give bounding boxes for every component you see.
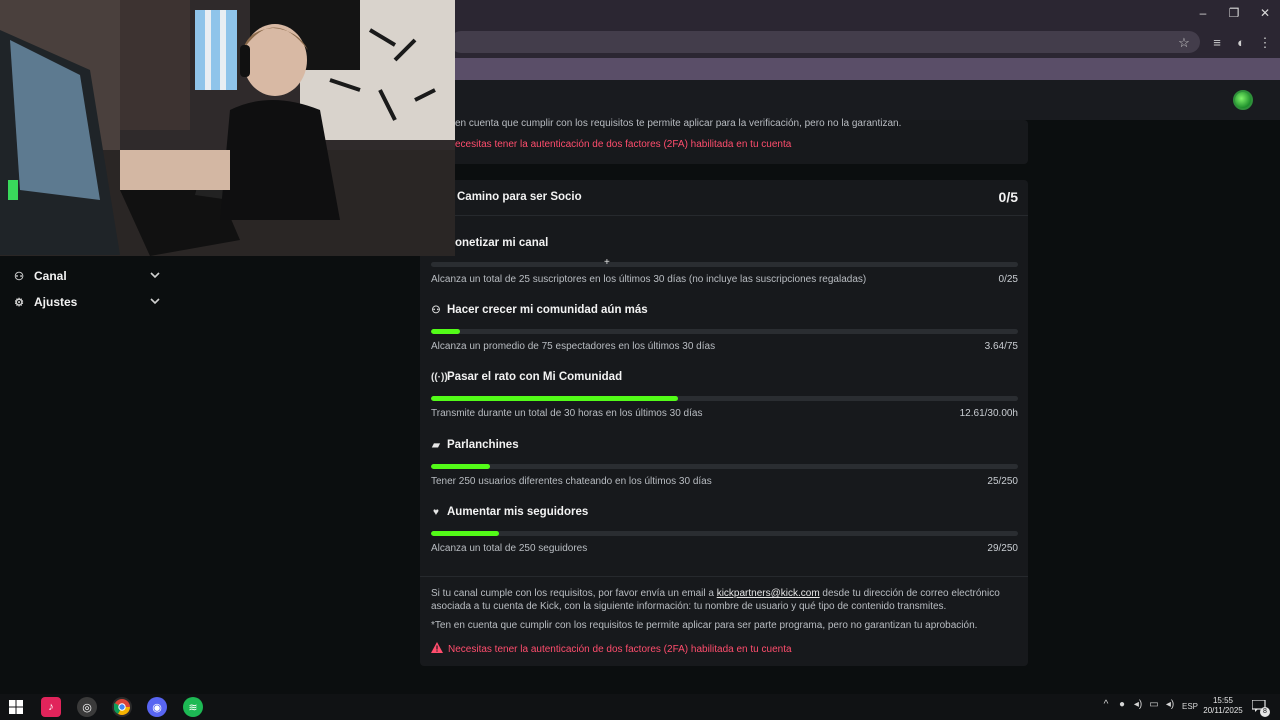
verification-note: en cuenta que cumplir con los requisitos… [455,118,902,129]
requirement-text: Tener 250 usuarios diferentes chateando … [431,476,712,487]
footnote: *Ten en cuenta que cumplir con los requi… [431,620,978,631]
profile-icon[interactable]: ◐ [1232,34,1250,52]
progress-fill [431,531,500,536]
tiktok-app-icon[interactable]: ♪ [41,697,61,717]
page-title: Camino para ser Socio [457,191,582,203]
progress-bar [431,396,1018,401]
chrome-app-icon[interactable] [112,697,132,717]
webcam-overlay [0,0,455,256]
cursor-crosshair-icon: + [604,257,610,268]
section-title-parlanchines: ▰ Parlanchines [432,439,519,451]
sidebar-item-label: Canal [34,269,67,283]
section-title-comunidad: ⚇ Hacer crecer mi comunidad aún más [431,304,648,316]
sidebar-item-canal[interactable]: ⚇ Canal [12,266,162,286]
windows-start-icon[interactable] [6,697,26,717]
info-text-line2: asociada a tu cuenta de Kick, con la sig… [431,601,947,612]
obs-app-icon[interactable]: ◎ [77,697,97,717]
chevron-down-icon[interactable] [148,269,162,283]
progress-fill [431,396,678,401]
requirement-row: Transmite durante un total de 30 horas e… [431,408,1018,422]
close-window-button[interactable]: ✕ [1250,4,1280,22]
requirement-value: 0/25 [998,274,1018,285]
clock-time: 15:55 [1212,696,1234,705]
email-link[interactable]: kickpartners@kick.com [717,588,820,599]
chevron-down-icon[interactable] [148,295,162,309]
notification-count-badge: 8 [1260,707,1270,717]
progress-fill [431,329,460,334]
warning-icon [431,640,443,658]
requirement-row: Tener 250 usuarios diferentes chateando … [431,476,1018,490]
requirement-row: Alcanza un total de 250 seguidores 29/25… [431,543,1018,557]
requirement-value: 3.64/75 [984,341,1018,352]
media-control-icon[interactable]: ≡ [1208,34,1226,52]
requirement-value: 29/250 [987,543,1018,554]
requirement-row: Alcanza un promedio de 75 espectadores e… [431,341,1018,355]
progress-bar [431,329,1018,334]
chat-bubble-icon: ▰ [432,439,440,451]
verification-warning: ecesitas tener la autenticación de dos f… [455,139,792,150]
spotify-app-icon[interactable]: ≋ [183,697,203,717]
requirement-text: Alcanza un total de 25 suscriptores en l… [431,274,867,285]
browser-menu-icon[interactable]: ⋮ [1256,34,1274,52]
speaker-icon[interactable]: ◂) [1132,699,1144,710]
progress-fill [431,464,490,469]
bookmark-star-icon[interactable]: ☆ [1175,34,1193,52]
requirement-value: 12.61/30.00h [959,408,1018,419]
users-icon: ⚇ [14,270,24,283]
address-bar[interactable] [450,31,1200,53]
progress-bar [431,262,1018,267]
minimize-button[interactable]: – [1188,4,1218,22]
info-text: Si tu canal cumple con los requisitos, p… [431,588,1000,599]
gear-icon: ⚙ [14,296,24,309]
sidebar-item-label: Ajustes [34,295,78,309]
requirement-text: Alcanza un total de 250 seguidores [431,543,588,554]
language-indicator[interactable]: ESP [1180,702,1200,711]
avatar[interactable] [1233,90,1253,110]
section-title-seguidores: ♥ Aumentar mis seguidores [431,506,588,518]
chevron-up-icon[interactable]: ^ [1100,699,1112,710]
requirement-text: Alcanza un promedio de 75 espectadores e… [431,341,716,352]
volume-icon[interactable]: ◂) [1164,699,1176,710]
progress-bar [431,464,1018,469]
section-title-monetizar: onetizar mi canal [455,237,549,249]
users-icon: ⚇ [431,304,441,316]
requirement-value: 25/250 [987,476,1018,487]
clock[interactable]: 15:55 20/11/2025 [1200,696,1246,716]
twofa-warning: Necesitas tener la autenticación de dos … [431,640,792,658]
discord-app-icon[interactable]: ◉ [147,697,167,717]
sidebar-item-ajustes[interactable]: ⚙ Ajustes [12,292,162,312]
network-icon[interactable]: ▭ [1148,699,1160,710]
heart-icon: ♥ [433,506,439,518]
restore-button[interactable]: ❐ [1219,4,1249,22]
clock-date: 20/11/2025 [1203,706,1243,715]
microphone-icon[interactable]: ● [1116,699,1128,710]
progress-bar [431,531,1018,536]
section-title-rato: ((·)) Pasar el rato con Mi Comunidad [431,371,623,383]
requirement-row: Alcanza un total de 25 suscriptores en l… [431,274,1018,288]
divider [420,576,1028,577]
broadcast-icon: ((·)) [431,371,448,383]
requirement-text: Transmite durante un total de 30 horas e… [431,408,703,419]
partner-progress-count: 0/5 [998,189,1018,205]
